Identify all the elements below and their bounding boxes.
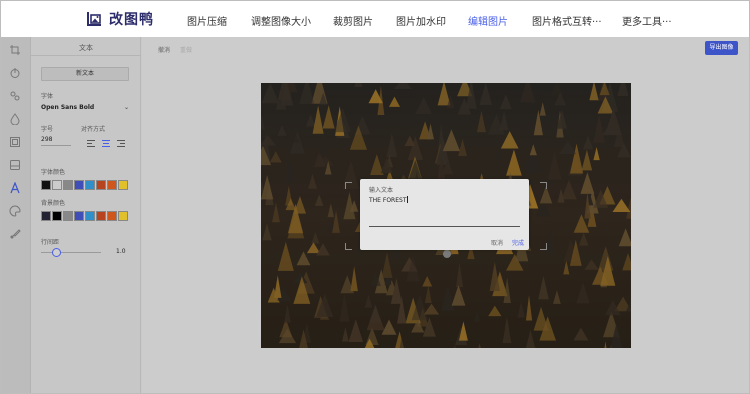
align-right-button[interactable]	[117, 140, 125, 147]
bg-color-swatch[interactable]	[52, 211, 62, 221]
selection-corner-top-right[interactable]	[540, 182, 547, 189]
nav-item-watermark[interactable]: 图片加水印	[396, 13, 446, 28]
adjust-icon[interactable]	[9, 90, 21, 102]
align-center-button[interactable]	[102, 140, 110, 147]
app-frame: 改图鸭 图片压缩 调整图像大小 裁剪图片 图片加水印 编辑图片 图片格式互转··…	[0, 0, 750, 394]
bg-color-swatch[interactable]	[96, 211, 106, 221]
line-height-value: 1.0	[116, 248, 126, 255]
line-height-slider-track[interactable]	[41, 252, 101, 253]
done-button[interactable]: 完成	[512, 238, 524, 247]
cancel-button[interactable]: 取消	[491, 238, 503, 247]
bg-color-label: 背景颜色	[41, 200, 66, 207]
selection-corner-bottom-left[interactable]	[345, 243, 352, 250]
tool-icon-bar	[1, 37, 31, 393]
font-color-swatch[interactable]	[74, 180, 84, 190]
new-text-button[interactable]: 新文本	[41, 67, 129, 81]
text-input-dialog: 输入文本 THE FOREST 取消 完成	[360, 179, 529, 250]
panel-divider	[31, 55, 141, 56]
bg-color-swatch[interactable]	[107, 211, 117, 221]
text-settings-panel: 文本 新文本 字体 Open Sans Bold ⌄ 字号 对齐方式 298 字…	[31, 37, 141, 393]
frame-icon[interactable]	[9, 136, 21, 148]
size-label: 字号	[41, 126, 54, 133]
palette-icon[interactable]	[9, 205, 21, 217]
chevron-down-icon: ⌄	[123, 104, 129, 111]
line-height-label: 行间距	[41, 239, 60, 246]
bg-color-swatch[interactable]	[41, 211, 51, 221]
export-image-button[interactable]: 导出图像	[705, 41, 738, 55]
power-icon[interactable]	[9, 67, 21, 79]
text-input-value: THE FOREST	[369, 197, 407, 204]
nav-item-convert[interactable]: 图片格式互转···	[532, 13, 602, 28]
font-select[interactable]: Open Sans Bold ⌄	[41, 104, 129, 114]
text-icon[interactable]	[9, 182, 21, 194]
brush-icon[interactable]	[9, 228, 21, 240]
nav-item-compress[interactable]: 图片压缩	[187, 13, 227, 28]
undo-button[interactable]: 撤消	[158, 45, 170, 54]
bg-color-swatch[interactable]	[74, 211, 84, 221]
line-height-slider-handle[interactable]	[52, 248, 61, 257]
logo-text: 改图鸭	[109, 12, 154, 28]
text-caret	[407, 196, 409, 203]
nav-item-resize[interactable]: 调整图像大小	[251, 13, 311, 28]
rotate-handle[interactable]	[443, 250, 451, 258]
font-size-input[interactable]: 298	[41, 136, 71, 146]
bg-color-swatch[interactable]	[118, 211, 128, 221]
font-color-swatch[interactable]	[52, 180, 62, 190]
top-navigation-bar: 改图鸭 图片压缩 调整图像大小 裁剪图片 图片加水印 编辑图片 图片格式互转··…	[1, 1, 749, 37]
align-left-button[interactable]	[87, 140, 95, 147]
nav-item-edit[interactable]: 编辑图片	[468, 13, 508, 28]
logo[interactable]: 改图鸭	[85, 9, 154, 29]
font-select-value: Open Sans Bold	[41, 104, 95, 111]
font-color-label: 字体颜色	[41, 169, 66, 176]
selection-corner-bottom-right[interactable]	[540, 243, 547, 250]
redo-button[interactable]: 重做	[180, 45, 192, 54]
font-label: 字体	[41, 93, 54, 100]
font-color-swatch[interactable]	[118, 180, 128, 190]
dialog-title: 输入文本	[369, 187, 394, 194]
logo-icon	[87, 12, 101, 26]
font-size-value: 298	[41, 136, 53, 143]
nav-item-crop[interactable]: 裁剪图片	[333, 13, 373, 28]
panel-title: 文本	[79, 44, 93, 52]
nav-item-more-tools[interactable]: 更多工具···	[622, 13, 672, 28]
selection-corner-top-left[interactable]	[345, 182, 352, 189]
align-label: 对齐方式	[81, 126, 106, 133]
font-color-swatch[interactable]	[41, 180, 51, 190]
bg-color-swatch[interactable]	[85, 211, 95, 221]
font-color-swatch[interactable]	[85, 180, 95, 190]
drop-icon[interactable]	[9, 113, 21, 125]
crop-icon[interactable]	[9, 44, 21, 56]
bg-color-swatch[interactable]	[63, 211, 73, 221]
sticker-icon[interactable]	[9, 159, 21, 171]
font-color-swatch[interactable]	[63, 180, 73, 190]
text-input-field[interactable]: THE FOREST	[369, 196, 520, 227]
font-color-swatch[interactable]	[96, 180, 106, 190]
font-color-swatch[interactable]	[107, 180, 117, 190]
